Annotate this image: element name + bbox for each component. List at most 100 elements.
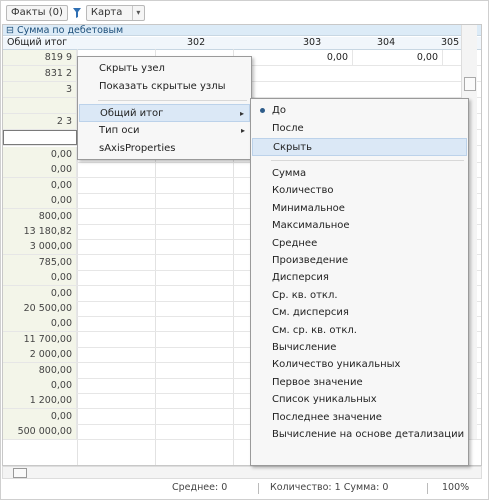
table-cell[interactable]: 0,00: [3, 162, 77, 178]
scroll-thumb[interactable]: [464, 77, 476, 91]
menu-item-label: См. ср. кв. откл.: [272, 324, 357, 336]
table-cell[interactable]: 0,00: [3, 270, 77, 286]
radio-selected-icon: [260, 108, 265, 113]
menu-item-label: Первое значение: [272, 376, 363, 388]
menu-item-total-8[interactable]: Произведение: [252, 252, 467, 270]
column-header-302[interactable]: 302: [183, 37, 205, 49]
status-average: Среднее: 0: [172, 482, 228, 493]
menu-item-label: Количество: [272, 185, 334, 197]
menu-item-label: См. дисперсия: [272, 307, 349, 319]
menu-item-total-13[interactable]: Вычисление: [252, 339, 467, 357]
table-cell[interactable]: 2 3: [3, 114, 77, 129]
menu-divider: [271, 160, 464, 161]
menu-item-label: Вычисление: [272, 342, 337, 353]
table-cell[interactable]: 0,00: [3, 316, 77, 332]
table-cell[interactable]: 0,00: [3, 193, 77, 209]
column-header-total[interactable]: Общий итог: [3, 37, 77, 49]
menu-item-label: Показать скрытые узлы: [99, 81, 226, 92]
table-cell[interactable]: 1 200,00: [3, 393, 77, 409]
group-header-label: ⊟ Сумма по дебетовым: [6, 25, 124, 36]
toolbar: Факты (0) Карта ▾: [6, 5, 146, 21]
card-dropdown[interactable]: Карта ▾: [85, 5, 146, 21]
menu-item-label: Тип оси: [99, 125, 140, 136]
table-cell[interactable]: 2 000,00: [3, 347, 77, 363]
menu-item-total-10[interactable]: Ср. кв. откл.: [252, 287, 467, 305]
menu-item-label: После: [272, 123, 304, 134]
menu-item-total-1[interactable]: После: [252, 120, 467, 138]
total-submenu: До После Скрыть Сумма Количество Минимальное М…: [250, 98, 469, 466]
menu-item-total-4[interactable]: Количество: [252, 182, 467, 200]
menu-item-total-17[interactable]: Последнее значение: [252, 409, 467, 427]
table-cell[interactable]: 0,00: [283, 50, 353, 65]
menu-item-hide-node[interactable]: Скрыть узел: [79, 60, 250, 78]
menu-item-label: Общий итог: [100, 108, 164, 119]
menu-item-total-0[interactable]: До: [252, 102, 467, 120]
menu-item-total-11[interactable]: См. дисперсия: [252, 304, 467, 322]
menu-item-label: Последнее значение: [272, 411, 382, 423]
table-cell[interactable]: 0,00: [3, 285, 77, 301]
menu-item-label: Скрыть: [273, 142, 312, 153]
menu-item-label: Максимальное: [272, 220, 350, 232]
menu-item-show-hidden-nodes[interactable]: Показать скрытые узлы: [79, 78, 250, 96]
table-cell[interactable]: 800,00: [3, 362, 77, 378]
table-cell[interactable]: 0,00: [3, 177, 77, 193]
table-cell[interactable]: 13 180,82: [3, 224, 77, 239]
horizontal-scrollbar[interactable]: [2, 466, 482, 479]
menu-item-label: Ср. кв. откл.: [272, 289, 338, 301]
menu-item-axis-type[interactable]: Тип оси ▸: [79, 122, 250, 140]
column-header-row: Общий итог 302 303 304 305: [3, 37, 481, 50]
menu-item-grand-total[interactable]: Общий итог ▸: [79, 104, 250, 122]
filter-icon[interactable]: [72, 7, 82, 19]
table-cell[interactable]: 785,00: [3, 254, 77, 270]
menu-item-label: Произведение: [272, 255, 349, 266]
menu-item-total-2[interactable]: Скрыть: [252, 138, 467, 156]
menu-item-label: Сумма: [272, 168, 307, 179]
menu-item-total-15[interactable]: Первое значение: [252, 374, 467, 392]
table-cell[interactable]: 0,00: [353, 50, 443, 65]
facts-button[interactable]: Факты (0): [6, 5, 68, 21]
menu-item-total-5[interactable]: Минимальное: [252, 200, 467, 218]
group-header[interactable]: ⊟ Сумма по дебетовым: [3, 25, 481, 36]
menu-item-total-6[interactable]: Максимальное: [252, 217, 467, 235]
status-zoom: 100%: [442, 482, 470, 493]
facts-label: Факты (0): [11, 7, 63, 18]
menu-item-label: Скрыть узел: [99, 63, 165, 74]
menu-item-total-7[interactable]: Среднее: [252, 235, 467, 253]
table-cell[interactable]: 3 000,00: [3, 239, 77, 255]
table-cell[interactable]: 500 000,00: [3, 424, 77, 440]
table-cell[interactable]: 831 2: [3, 66, 77, 81]
menu-item-label: Вычисление на основе детализации: [272, 429, 465, 440]
table-cell[interactable]: 0,00: [3, 408, 77, 424]
menu-item-label: До: [272, 105, 286, 116]
menu-item-label: Минимальное: [272, 202, 345, 214]
table-cell[interactable]: 800,00: [3, 208, 77, 224]
menu-item-label: Список уникальных: [272, 394, 377, 406]
table-cell[interactable]: 3: [3, 82, 77, 97]
selected-cell[interactable]: [3, 130, 77, 145]
menu-item-total-18[interactable]: Вычисление на основе детализации: [252, 426, 467, 444]
menu-item-label: sAxisProperties: [99, 143, 176, 154]
menu-item-total-3[interactable]: Сумма: [252, 165, 467, 183]
scroll-thumb[interactable]: [13, 468, 27, 478]
menu-item-total-16[interactable]: Список уникальных: [252, 391, 467, 409]
card-label: Карта: [90, 7, 123, 18]
context-menu: Скрыть узел Показать скрытые узлы Общий …: [77, 56, 252, 160]
table-cell[interactable]: 0,00: [3, 378, 77, 393]
table-cell[interactable]: 20 500,00: [3, 301, 77, 316]
menu-item-label: Количество уникальных: [272, 359, 401, 371]
column-header-304[interactable]: 304: [373, 37, 395, 49]
status-bar: Среднее: 0 Количество: 1 Сумма: 0 100%: [2, 481, 480, 495]
menu-item-total-12[interactable]: См. ср. кв. откл.: [252, 322, 467, 340]
table-cell[interactable]: [3, 98, 77, 113]
menu-item-axis-properties[interactable]: sAxisProperties: [79, 140, 250, 158]
menu-divider: [98, 100, 247, 101]
menu-item-total-9[interactable]: Дисперсия: [252, 269, 467, 287]
table-cell[interactable]: 11 700,00: [3, 331, 77, 347]
table-cell[interactable]: 0,00: [3, 147, 77, 162]
table-cell[interactable]: 819 9: [3, 50, 77, 65]
status-divider: [427, 483, 428, 494]
column-header-305[interactable]: 305: [437, 37, 459, 49]
column-header-303[interactable]: 303: [299, 37, 321, 49]
chevron-right-icon: ▸: [239, 109, 244, 118]
menu-item-total-14[interactable]: Количество уникальных: [252, 356, 467, 374]
